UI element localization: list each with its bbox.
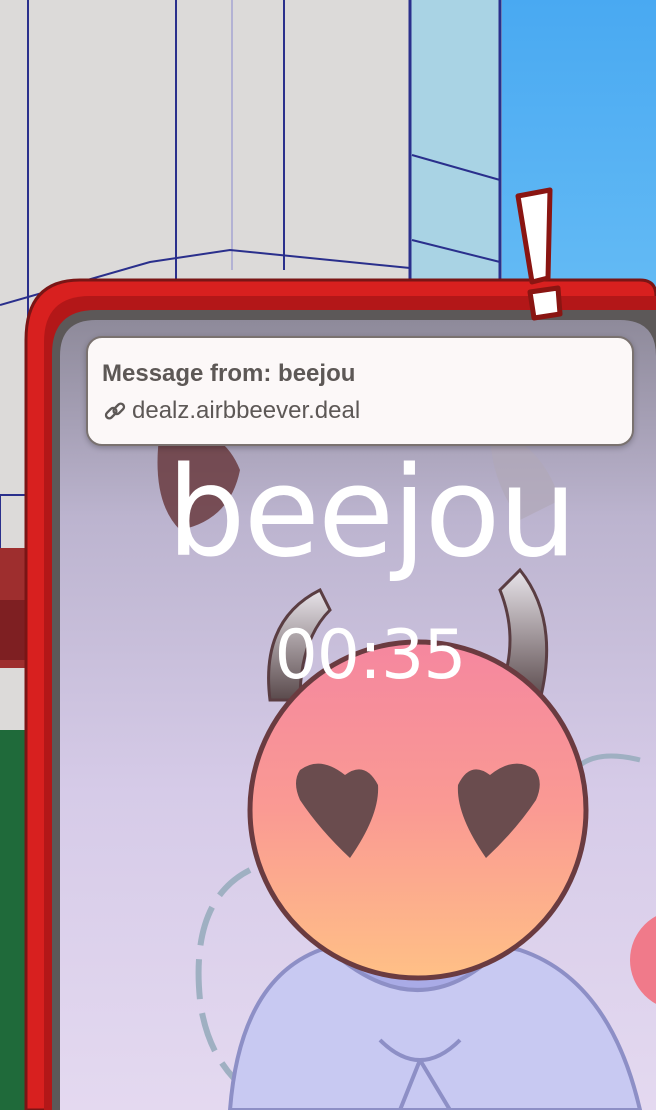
notification-link[interactable]: dealz.airbbeever.deal bbox=[132, 397, 360, 425]
caller-name: beejou bbox=[166, 441, 577, 585]
notification-title: Message from: beejou bbox=[102, 360, 356, 387]
call-timer: 00:35 bbox=[274, 616, 467, 695]
comic-panel: beejou 00:35 Message from: beejou dealz.… bbox=[0, 0, 656, 1110]
notification-link-row[interactable]: dealz.airbbeever.deal bbox=[102, 396, 360, 426]
message-notification[interactable]: Message from: beejou dealz.airbbeever.de… bbox=[86, 336, 634, 446]
link-icon bbox=[104, 402, 126, 420]
